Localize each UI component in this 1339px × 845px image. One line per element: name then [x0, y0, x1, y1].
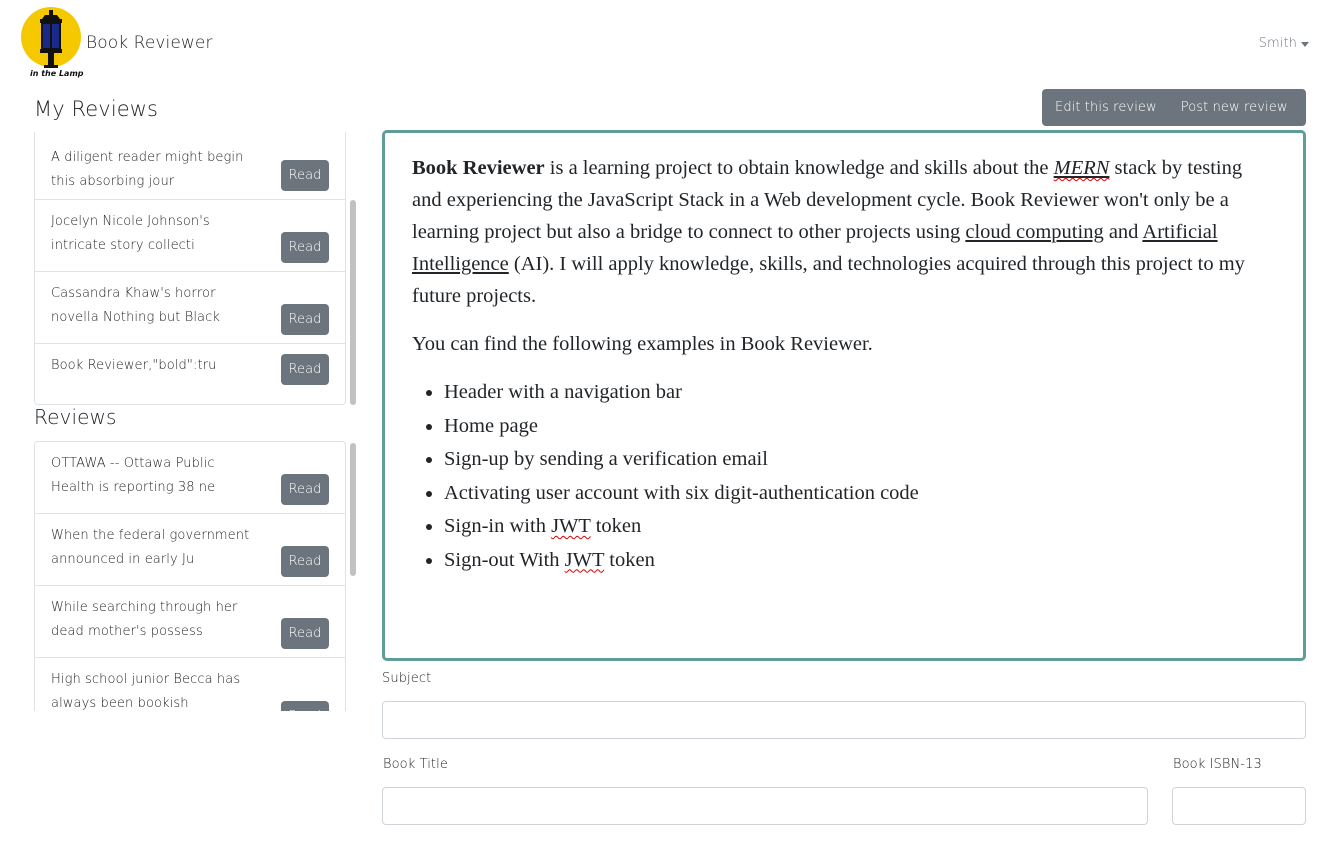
logo[interactable]: in the Lamp [20, 7, 84, 81]
read-button[interactable]: Read [281, 546, 329, 577]
cloud-computing-link[interactable]: cloud computing [965, 221, 1103, 243]
read-button[interactable]: Read [281, 232, 329, 263]
read-button[interactable]: Read [281, 618, 329, 649]
list-item: Jocelyn Nicole Johnson's intricate story… [35, 200, 345, 272]
subject-input[interactable] [382, 701, 1306, 739]
reviews-list[interactable]: OTTAWA -- Ottawa Public Health is report… [34, 441, 356, 711]
reviews-scrollbar[interactable] [348, 441, 356, 711]
brand-title[interactable]: Book Reviewer [86, 33, 213, 53]
subject-label: Subject [382, 671, 432, 686]
mern-link[interactable]: MERN [1054, 157, 1110, 179]
book-title-input[interactable] [382, 787, 1148, 825]
review-excerpt: A diligent reader might begin this absor… [51, 150, 244, 189]
caret-down-icon [1301, 41, 1309, 47]
list-item: Home page [444, 410, 1276, 444]
review-excerpt: Cassandra Khaw's horror novella Nothing … [51, 286, 220, 325]
user-name: Smith [1258, 36, 1297, 51]
list-item: OTTAWA -- Ottawa Public Health is report… [35, 442, 345, 514]
list-item: While searching through her dead mother'… [35, 586, 345, 658]
book-title-label: Book Title [383, 757, 448, 772]
review-excerpt: Book Reviewer,"bold":tru [51, 358, 217, 373]
list-item: Book Reviewer,"bold":tru Read [35, 344, 345, 392]
edit-review-button[interactable]: Edit this review [1043, 100, 1169, 115]
list-item: High school junior Becca has always been… [35, 658, 345, 711]
list-item: A diligent reader might begin this absor… [35, 132, 345, 200]
review-actions: Edit this review Post new review [1042, 89, 1306, 126]
review-excerpt: High school junior Becca has always been… [51, 672, 241, 711]
examples-intro: You can find the following examples in B… [412, 333, 873, 355]
book-isbn-label: Book ISBN-13 [1173, 757, 1262, 772]
reviews-heading: Reviews [34, 405, 117, 429]
user-menu[interactable]: Smith [1259, 36, 1309, 51]
list-item: Sign-out With JWT token [444, 544, 1276, 578]
read-button[interactable]: Read [281, 160, 329, 191]
my-reviews-list[interactable]: A diligent reader might begin this absor… [34, 132, 356, 405]
list-item: Sign-up by sending a verification email [444, 443, 1276, 477]
intro-paragraph: Book Reviewer is a learning project to o… [412, 157, 1245, 307]
list-item: Cassandra Khaw's horror novella Nothing … [35, 272, 345, 344]
review-content: Book Reviewer is a learning project to o… [382, 130, 1306, 661]
list-item: When the federal government announced in… [35, 514, 345, 586]
post-new-review-button[interactable]: Post new review [1169, 100, 1300, 115]
my-reviews-heading: My Reviews [34, 97, 159, 121]
book-isbn-input[interactable] [1172, 787, 1306, 825]
review-excerpt: When the federal government announced in… [51, 528, 250, 567]
read-button[interactable]: Read [281, 474, 329, 505]
examples-list: Header with a navigation bar Home page S… [444, 376, 1276, 577]
review-excerpt: Jocelyn Nicole Johnson's intricate story… [51, 214, 210, 253]
read-button[interactable]: Read [281, 701, 329, 711]
read-button[interactable]: Read [281, 304, 329, 335]
logo-text: in the Lamp [30, 69, 84, 78]
list-item: Sign-in with JWT token [444, 510, 1276, 544]
review-excerpt: While searching through her dead mother'… [51, 600, 238, 639]
review-excerpt: OTTAWA -- Ottawa Public Health is report… [51, 456, 216, 495]
list-item: Activating user account with six digit-a… [444, 477, 1276, 511]
intro-bold: Book Reviewer [412, 157, 545, 179]
list-item: Header with a navigation bar [444, 376, 1276, 410]
my-reviews-scrollbar[interactable] [348, 132, 356, 405]
read-button[interactable]: Read [281, 354, 329, 385]
scrollbar-thumb[interactable] [350, 200, 356, 405]
scrollbar-thumb[interactable] [350, 443, 356, 576]
